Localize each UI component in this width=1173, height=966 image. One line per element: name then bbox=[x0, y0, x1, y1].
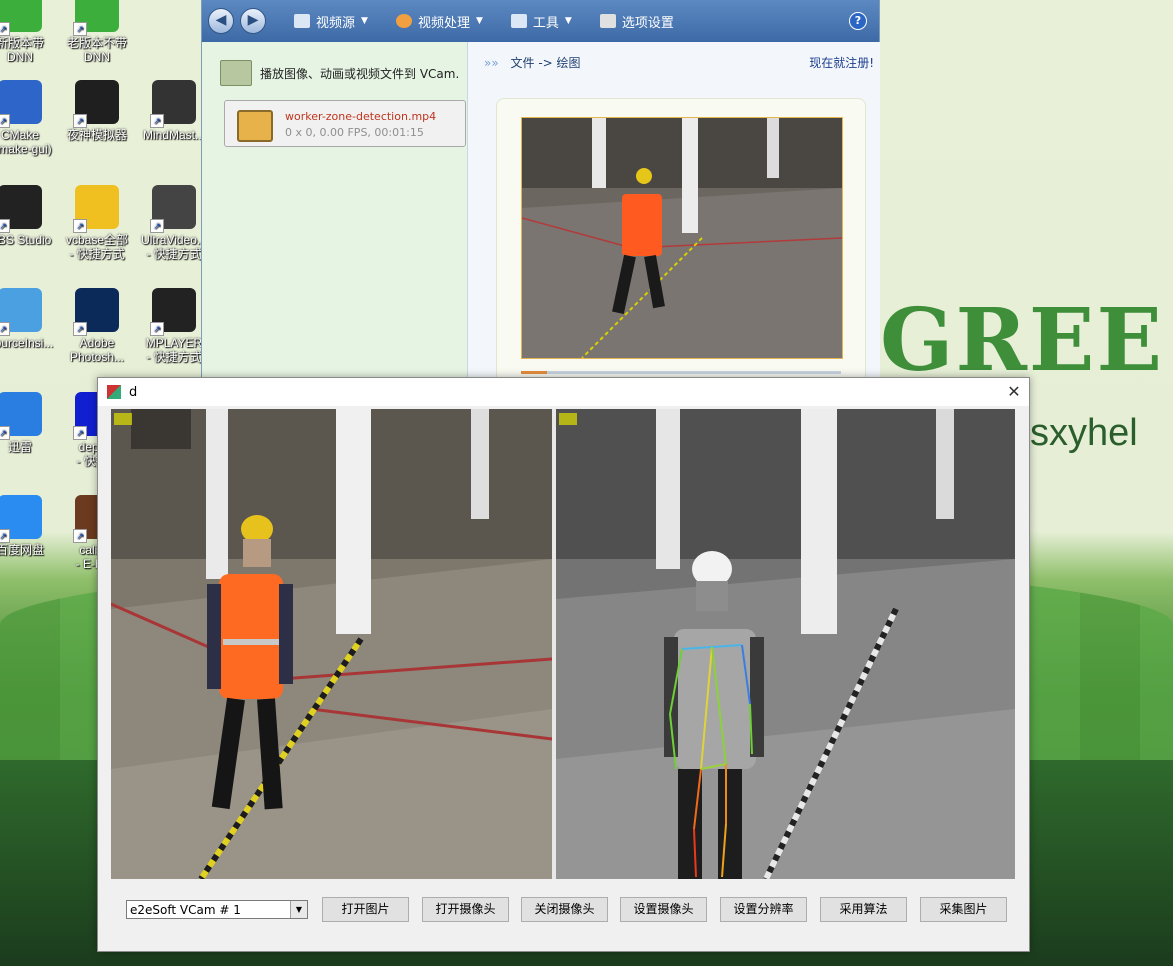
desktop-icon[interactable]: 迅雷 bbox=[0, 392, 58, 454]
desktop-icon-label: vcbase全部 - 快捷方式 bbox=[65, 233, 129, 261]
original-frame bbox=[111, 409, 552, 879]
menu-label: 视频源 bbox=[316, 15, 356, 31]
seek-progress bbox=[521, 371, 547, 374]
wallpaper-sub-text: sxyhel bbox=[1030, 412, 1138, 454]
play-tip-text: 播放图像、动画或视频文件到 VCam. bbox=[260, 66, 460, 81]
obs-icon bbox=[0, 185, 42, 233]
close-icon[interactable]: ✕ bbox=[999, 378, 1029, 406]
desktop-icon[interactable]: 百度网盘 bbox=[0, 495, 58, 557]
menu-label: 选项设置 bbox=[621, 15, 674, 31]
open-camera-button[interactable]: 打开摄像头 bbox=[422, 897, 509, 922]
overlay-tag bbox=[559, 413, 577, 425]
breadcrumb: »» 文件 -> 绘图 bbox=[484, 54, 581, 71]
cmake-icon bbox=[0, 80, 42, 128]
vcam-window: ◀ ▶ 视频源 ▼ 视频处理 ▼ 工具 ▼ 选项设置 ? 播放图像、动画或视频文… bbox=[201, 0, 880, 390]
desktop-icon-label: 夜神模拟器 bbox=[66, 128, 127, 142]
register-link[interactable]: 现在就注册! bbox=[809, 54, 874, 71]
desktop-icon-label: CMake (cmake-gui) bbox=[0, 128, 52, 156]
apply-algorithm-button[interactable]: 采用算法 bbox=[820, 897, 907, 922]
sourceinsight-icon bbox=[0, 288, 42, 336]
desktop-icon-label: 迅雷 bbox=[7, 440, 32, 454]
camera-select[interactable]: e2eSoft VCam # 1 ▼ bbox=[126, 900, 308, 919]
camera-view-processed bbox=[556, 409, 1015, 879]
mindmaster-icon bbox=[150, 80, 196, 128]
camera-view-original bbox=[111, 409, 552, 879]
close-camera-button[interactable]: 关闭摄像头 bbox=[521, 897, 608, 922]
dialog-window: d ✕ e2eSoft VCam # 1 ▼ 打开图片 打开摄像头 关闭摄像头 … bbox=[97, 377, 1030, 952]
file-info: 0 x 0, 0.00 FPS, 00:01:15 bbox=[285, 126, 424, 139]
desktop-icon[interactable]: 新版本带 DNN bbox=[0, 0, 58, 64]
capture-image-button[interactable]: 采集图片 bbox=[920, 897, 1007, 922]
menu-video-process[interactable]: 视频处理 ▼ bbox=[395, 12, 483, 31]
chevron-down-icon: ▼ bbox=[475, 16, 483, 26]
camera-select-value: e2eSoft VCam # 1 bbox=[130, 903, 241, 917]
desktop-icon[interactable]: CMake (cmake-gui) bbox=[0, 80, 58, 156]
qt-icon bbox=[73, 0, 119, 36]
back-icon[interactable]: ◀ bbox=[208, 8, 234, 34]
play-tip: 播放图像、动画或视频文件到 VCam. bbox=[220, 60, 459, 86]
help-doc-icon bbox=[73, 185, 119, 233]
file-list-item[interactable]: worker-zone-detection.mp4 0 x 0, 0.00 FP… bbox=[224, 100, 466, 147]
breadcrumb-text: 文件 -> 绘图 bbox=[510, 56, 581, 70]
dialog-title: d bbox=[129, 384, 138, 400]
camera-settings-button[interactable]: 设置摄像头 bbox=[620, 897, 707, 922]
desktop-icon-label: 新版本带 DNN bbox=[0, 36, 44, 64]
vcam-main: »» 文件 -> 绘图 现在就注册! bbox=[467, 42, 880, 390]
vcam-sidebar: 播放图像、动画或视频文件到 VCam. worker-zone-detectio… bbox=[202, 42, 467, 378]
film-icon bbox=[237, 110, 273, 142]
resolution-settings-button[interactable]: 设置分辨率 bbox=[720, 897, 807, 922]
control-row: e2eSoft VCam # 1 ▼ 打开图片 打开摄像头 关闭摄像头 设置摄像… bbox=[98, 897, 1029, 927]
menu-label: 视频处理 bbox=[417, 15, 470, 31]
settings-icon bbox=[599, 14, 616, 28]
app-icon bbox=[107, 385, 121, 399]
desktop-icon[interactable]: Adobe Photosh... bbox=[59, 288, 135, 364]
menu-label: 工具 bbox=[532, 15, 559, 31]
video-process-icon bbox=[395, 14, 412, 28]
processed-frame bbox=[556, 409, 1015, 879]
menu-video-source[interactable]: 视频源 ▼ bbox=[294, 12, 368, 31]
open-image-button[interactable]: 打开图片 bbox=[322, 897, 409, 922]
photoshop-icon bbox=[73, 288, 119, 336]
desktop-icon-label: 老版本不带 DNN bbox=[66, 36, 127, 64]
desktop-icon[interactable]: vcbase全部 - 快捷方式 bbox=[59, 185, 135, 261]
ultravideo-icon bbox=[150, 185, 196, 233]
nox-icon bbox=[73, 80, 119, 128]
video-preview bbox=[521, 117, 843, 359]
desktop-icon-label: Adobe Photosh... bbox=[69, 336, 125, 364]
chevron-down-icon: ▼ bbox=[564, 16, 572, 26]
menu-tools[interactable]: 工具 ▼ bbox=[510, 12, 572, 31]
file-name: worker-zone-detection.mp4 bbox=[285, 110, 437, 123]
desktop-icon[interactable]: OBS Studio bbox=[0, 185, 58, 247]
desktop-icon[interactable]: SourceInsi... bbox=[0, 288, 58, 350]
help-icon[interactable]: ? bbox=[849, 12, 867, 30]
xunlei-icon bbox=[0, 392, 42, 440]
dialog-title-bar: d ✕ bbox=[98, 378, 1029, 406]
vcam-toolbar: ◀ ▶ 视频源 ▼ 视频处理 ▼ 工具 ▼ 选项设置 ? bbox=[202, 0, 879, 42]
seek-bar[interactable] bbox=[521, 371, 841, 374]
desktop-icon-label: SourceInsi... bbox=[0, 336, 54, 350]
desktop-icon-label: OBS Studio bbox=[0, 233, 52, 247]
overlay-tag bbox=[114, 413, 132, 425]
desktop-icon[interactable]: 老版本不带 DNN bbox=[59, 0, 135, 64]
forward-icon[interactable]: ▶ bbox=[240, 8, 266, 34]
qt-icon bbox=[0, 0, 42, 36]
chevron-down-icon[interactable]: ▼ bbox=[290, 901, 307, 918]
folder-icon bbox=[220, 60, 252, 86]
mplayer-icon bbox=[150, 288, 196, 336]
baidu-netdisk-icon bbox=[0, 495, 42, 543]
chevron-down-icon: ▼ bbox=[361, 16, 368, 26]
double-chevron-icon: »» bbox=[484, 56, 499, 70]
wallpaper-logo-text: GREE bbox=[880, 290, 1165, 391]
preview-panel bbox=[496, 98, 866, 390]
desktop-icon-label: 百度网盘 bbox=[0, 543, 44, 557]
tools-icon bbox=[510, 14, 527, 28]
video-source-icon bbox=[294, 14, 310, 28]
desktop-icon[interactable]: 夜神模拟器 bbox=[59, 80, 135, 142]
menu-settings[interactable]: 选项设置 bbox=[599, 12, 674, 31]
